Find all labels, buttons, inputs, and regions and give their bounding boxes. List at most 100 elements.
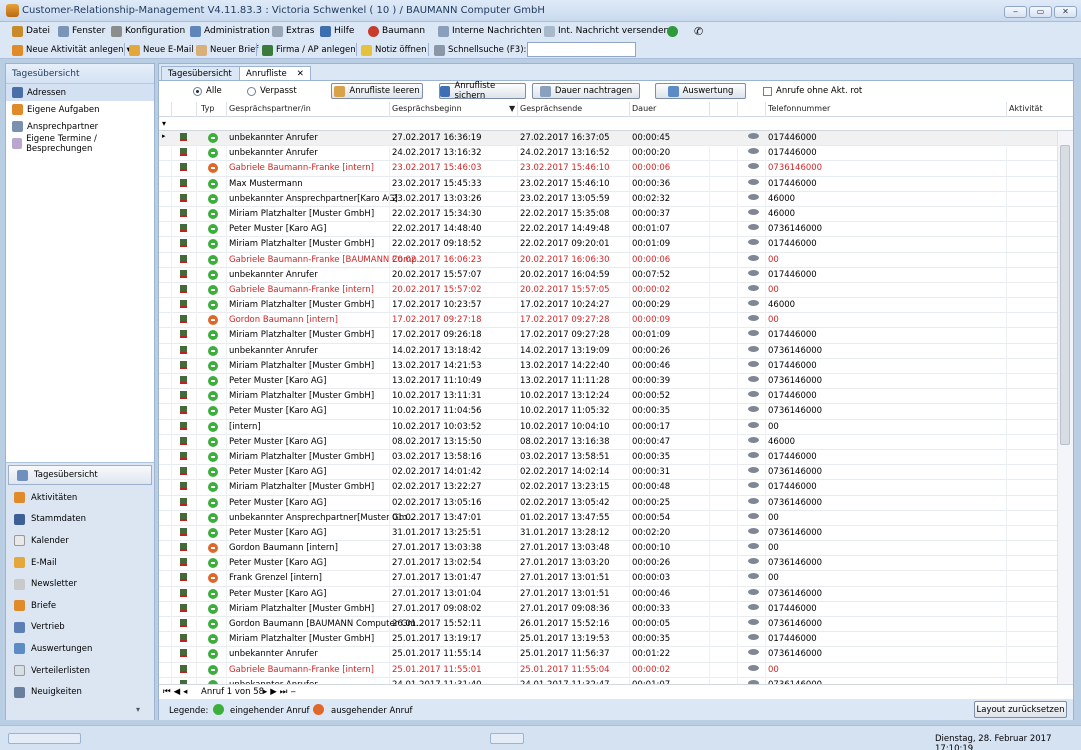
nav-newsletter[interactable]: Newsletter [6, 573, 154, 595]
user-status-button[interactable] [667, 24, 678, 38]
phone-button[interactable]: ✆ [694, 24, 703, 38]
menu-datei[interactable]: Datei [12, 24, 50, 38]
radio-verpasst[interactable]: Verpasst [247, 86, 297, 96]
nav-vertrieb[interactable]: Vertrieb [6, 617, 154, 639]
column-header-partner[interactable]: Gesprächspartner/in [229, 104, 311, 113]
add-duration-button[interactable]: Dauer nachtragen [532, 83, 640, 99]
view-icon[interactable] [748, 224, 759, 231]
view-icon[interactable] [748, 573, 759, 580]
view-icon[interactable] [748, 482, 759, 489]
column-header-type[interactable]: Typ [201, 104, 214, 113]
save-calllist-button[interactable]: Anrufliste sichern [439, 81, 526, 101]
view-icon[interactable] [748, 649, 759, 656]
open-note-button[interactable]: Notiz öffnen [361, 43, 426, 57]
table-row[interactable]: Peter Muster [Karo AG] 27.01.2017 13:01:0… [159, 586, 1057, 602]
view-icon[interactable] [748, 284, 759, 291]
table-row[interactable]: unbekannter Anrufer 25.01.2017 11:55:14 25… [159, 647, 1057, 663]
table-row[interactable]: Miriam Platzhalter [Muster GmbH] 03.02.20… [159, 449, 1057, 466]
view-icon[interactable] [748, 527, 759, 534]
table-row[interactable]: Miriam Platzhalter [Muster GmbH] 25.01.20… [159, 632, 1057, 648]
menu-konfiguration[interactable]: Konfiguration [111, 24, 185, 38]
table-row[interactable]: Peter Muster [Karo AG] 02.02.2017 13:05:1… [159, 495, 1057, 511]
new-email-button[interactable]: Neue E-Mail [129, 43, 194, 57]
view-icon[interactable] [748, 421, 759, 428]
table-row[interactable]: Peter Muster [Karo AG] 31.01.2017 13:25:5… [159, 525, 1057, 542]
view-icon[interactable] [748, 193, 759, 200]
sidebar-item-ansprechpartner[interactable]: Ansprechpartner [6, 118, 154, 135]
close-window-button[interactable]: ✕ [1054, 6, 1077, 18]
view-icon[interactable] [748, 148, 759, 155]
nav-neuigkeiten[interactable]: Neuigkeiten [6, 681, 154, 703]
view-icon[interactable] [748, 543, 759, 550]
view-icon[interactable] [748, 588, 759, 595]
radio-alle[interactable]: Alle [193, 86, 222, 96]
close-tab-icon[interactable]: ✕ [297, 69, 304, 79]
table-row[interactable]: Gabriele Baumann-Franke [intern] 20.02.20… [159, 282, 1057, 299]
chevron-down-icon[interactable]: ▾ [136, 705, 140, 714]
view-icon[interactable] [748, 300, 759, 307]
view-icon[interactable] [748, 345, 759, 352]
table-row[interactable]: Peter Muster [Karo AG] 13.02.2017 11:10:4… [159, 374, 1057, 390]
view-icon[interactable] [748, 558, 759, 565]
view-icon[interactable] [748, 315, 759, 322]
column-header-phone[interactable]: Telefonnummer [768, 104, 830, 113]
table-row[interactable]: Gordon Baumann [BAUMANN Computer Gm... 26… [159, 617, 1057, 633]
table-row[interactable]: Peter Muster [Karo AG] 22.02.2017 14:48:4… [159, 222, 1057, 238]
minimize-button[interactable]: ‒ [1004, 6, 1027, 18]
table-row[interactable]: Frank Grenzel [intern] 27.01.2017 13:01:4… [159, 571, 1057, 587]
new-letter-button[interactable]: Neuer Brief [196, 43, 258, 57]
view-icon[interactable] [748, 406, 759, 413]
view-icon[interactable] [748, 239, 759, 246]
sidebar-item-termine[interactable]: Eigene Termine / Besprechungen [6, 134, 154, 154]
view-icon[interactable] [748, 163, 759, 170]
maximize-button[interactable]: ▭ [1029, 6, 1052, 18]
sidebar-item-adressen[interactable]: Adressen [6, 84, 154, 101]
view-icon[interactable] [748, 330, 759, 337]
table-row[interactable]: Gabriele Baumann-Franke [intern] 25.01.20… [159, 662, 1057, 678]
view-icon[interactable] [748, 254, 759, 261]
table-row[interactable]: Miriam Platzhalter [Muster GmbH] 17.02.20… [159, 298, 1057, 314]
table-row[interactable]: Gordon Baumann [intern] 17.02.2017 09:27:… [159, 313, 1057, 329]
column-header-start[interactable]: Gesprächsbeginn [392, 104, 462, 113]
table-row[interactable]: Peter Muster [Karo AG] 08.02.2017 13:15:5… [159, 434, 1057, 450]
table-row[interactable]: Gabriele Baumann-Franke [intern] 23.02.20… [159, 161, 1057, 177]
table-row[interactable]: Miriam Platzhalter [Muster GmbH] 22.02.20… [159, 206, 1057, 223]
view-icon[interactable] [748, 512, 759, 519]
view-icon[interactable] [748, 269, 759, 276]
evaluation-button[interactable]: Auswertung [655, 83, 746, 99]
view-icon[interactable] [748, 634, 759, 641]
calls-without-activity-checkbox[interactable]: Anrufe ohne Akt. rot [763, 86, 862, 96]
table-row[interactable]: Peter Muster [Karo AG] 10.02.2017 11:04:5… [159, 404, 1057, 420]
nav-aktivitaeten[interactable]: Aktivitäten [6, 487, 154, 509]
table-row[interactable]: Gabriele Baumann-Franke [BAUMANN Comp...… [159, 252, 1057, 268]
table-row[interactable]: [intern] 10.02.2017 10:03:52 10.02.2017 10… [159, 419, 1057, 435]
view-icon[interactable] [748, 619, 759, 625]
view-icon[interactable] [748, 664, 759, 671]
table-row[interactable]: unbekannter Anrufer 24.02.2017 13:16:32 24… [159, 146, 1057, 162]
column-header-duration[interactable]: Dauer [632, 104, 656, 113]
table-row[interactable]: Max Mustermann 23.02.2017 15:45:33 23.02.2… [159, 176, 1057, 192]
new-company-button[interactable]: Firma / AP anlegen [262, 43, 356, 57]
view-icon[interactable] [748, 436, 759, 443]
table-row[interactable]: Miriam Platzhalter [Muster GmbH] 02.02.20… [159, 480, 1057, 496]
view-icon[interactable] [748, 376, 759, 382]
tab-anrufliste[interactable]: Anrufliste ✕ [239, 66, 311, 81]
table-row[interactable]: Gordon Baumann [intern] 27.01.2017 13:03:… [159, 541, 1057, 557]
view-icon[interactable] [748, 391, 759, 398]
table-row[interactable]: Miriam Platzhalter [Muster GmbH] 27.01.20… [159, 601, 1057, 617]
scrollbar-thumb[interactable] [1060, 145, 1070, 445]
nav-briefe[interactable]: Briefe [6, 595, 154, 617]
quick-search-input[interactable] [527, 42, 636, 57]
table-row[interactable]: Miriam Platzhalter [Muster GmbH] 10.02.20… [159, 389, 1057, 405]
table-row[interactable]: Miriam Platzhalter [Muster GmbH] 13.02.20… [159, 358, 1057, 374]
table-row[interactable]: Miriam Platzhalter [Muster GmbH] 22.02.20… [159, 237, 1057, 253]
menu-nachricht-versenden[interactable]: Int. Nachricht versenden [544, 24, 669, 38]
view-icon[interactable] [748, 133, 759, 139]
nav-auswertungen[interactable]: Auswertungen [6, 638, 154, 660]
sidebar-item-aufgaben[interactable]: Eigene Aufgaben [6, 101, 154, 118]
table-row[interactable]: ▸ unbekannter Anrufer 27.02.2017 16:36:19 2… [159, 131, 1057, 147]
view-icon[interactable] [748, 451, 759, 458]
table-row[interactable]: unbekannter Anrufer 14.02.2017 13:18:42 14… [159, 343, 1057, 359]
table-row[interactable]: unbekannter Anrufer 20.02.2017 15:57:07 20… [159, 267, 1057, 283]
view-icon[interactable] [748, 360, 759, 367]
